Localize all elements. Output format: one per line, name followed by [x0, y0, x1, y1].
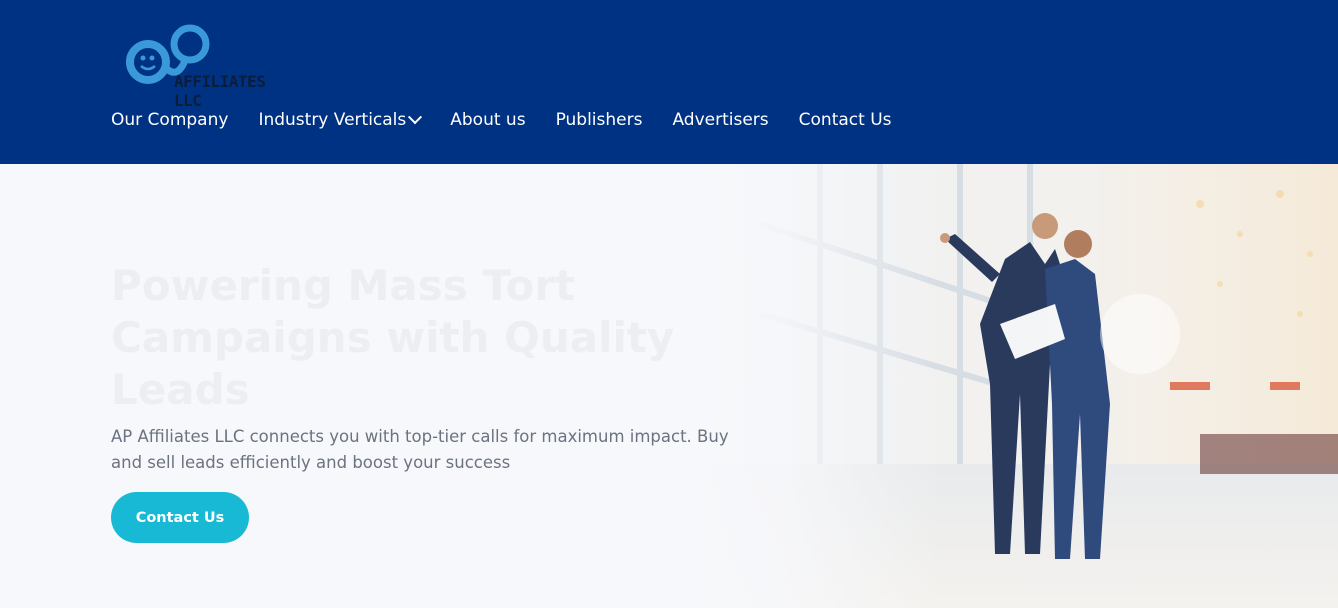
hero-subtext: AP Affiliates LLC connects you with top-… — [111, 427, 729, 472]
nav-industry-verticals[interactable]: Industry Verticals — [258, 110, 423, 130]
nav-advertisers[interactable]: Advertisers — [672, 110, 768, 130]
nav-industry-verticals-label: Industry Verticals — [258, 110, 407, 130]
hero-image-fade — [680, 164, 940, 608]
nav-our-company[interactable]: Our Company — [111, 110, 228, 130]
nav-about-us[interactable]: About us — [450, 110, 525, 130]
chevron-down-icon — [408, 110, 423, 125]
site-header: AFFILIATES LLC Our Company Industry Vert… — [0, 0, 1338, 164]
nav-publishers[interactable]: Publishers — [556, 110, 643, 130]
logo-text: AFFILIATES LLC — [174, 72, 266, 110]
hero-section: Powering Mass Tort Campaigns with Qualit… — [0, 164, 1338, 608]
contact-us-button[interactable]: Contact Us — [111, 492, 249, 543]
company-logo[interactable]: AFFILIATES LLC — [110, 18, 300, 110]
nav-contact-us[interactable]: Contact Us — [799, 110, 892, 130]
hero-headline: Powering Mass Tort Campaigns with Qualit… — [111, 261, 675, 414]
main-nav: Our Company Industry Verticals About us … — [111, 110, 892, 130]
